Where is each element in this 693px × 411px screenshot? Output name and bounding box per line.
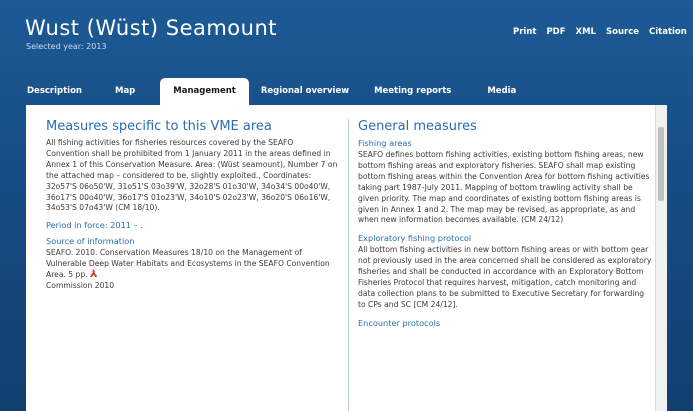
period-in-force: Period in force: 2011 – .: [46, 220, 143, 231]
specific-measures-text: All fishing activities for fisheries res…: [46, 138, 338, 213]
app-window: Wust (Wüst) Seamount Selected year: 2013…: [0, 0, 693, 411]
tab-management[interactable]: Management: [160, 78, 249, 105]
content-panel: Measures specific to this VME area All f…: [26, 105, 667, 411]
general-measures-heading: General measures: [358, 119, 477, 134]
column-divider: [348, 119, 349, 411]
citation-link[interactable]: Citation: [649, 27, 687, 37]
page-title: Wust (Wüst) Seamount: [25, 16, 278, 40]
tab-media[interactable]: Media: [487, 86, 516, 105]
specific-measures-heading: Measures specific to this VME area: [46, 119, 272, 134]
source-text-main: SEAFO. 2010. Conservation Measures 18/10…: [46, 248, 330, 280]
tab-meeting-reports[interactable]: Meeting reports: [374, 86, 451, 105]
exploratory-protocol-heading: Exploratory fishing protocol: [358, 233, 472, 244]
tab-regional-overview[interactable]: Regional overview: [261, 86, 349, 105]
source-text-commission: Commission 2010: [46, 281, 115, 291]
print-link[interactable]: Print: [513, 27, 536, 37]
xml-link[interactable]: XML: [576, 27, 596, 37]
specific-measures-column: Measures specific to this VME area All f…: [46, 119, 338, 292]
pdf-icon[interactable]: ⅄: [90, 269, 98, 280]
selected-year: Selected year: 2013: [26, 42, 107, 51]
fishing-areas-heading: Fishing areas: [358, 138, 412, 148]
source-text: SEAFO. 2010. Conservation Measures 18/10…: [46, 248, 338, 292]
exploratory-protocol-text: All bottom fishing activities in new bot…: [358, 245, 652, 309]
header-links: Print PDF XML Source Citation: [513, 27, 693, 37]
tab-description[interactable]: Description: [27, 86, 82, 105]
pdf-link[interactable]: PDF: [546, 27, 565, 37]
fishing-areas-text: SEAFO defines bottom fishing activities,…: [358, 150, 650, 225]
general-measures-column: General measures Fishing areas SEAFO def…: [358, 119, 654, 330]
tab-bar: Description Map Management Regional over…: [27, 78, 516, 105]
vertical-scrollbar[interactable]: [655, 105, 667, 411]
tab-map[interactable]: Map: [115, 86, 135, 105]
encounter-protocols-heading: Encounter protocols: [358, 317, 441, 328]
source-heading: Source of information: [46, 236, 135, 247]
scrollbar-thumb[interactable]: [658, 127, 664, 201]
source-link[interactable]: Source: [606, 27, 639, 37]
